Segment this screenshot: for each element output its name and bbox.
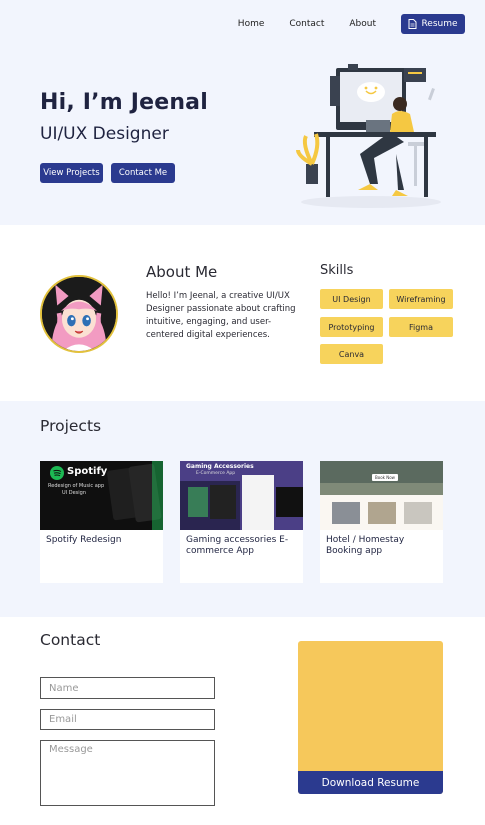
thumb-subtitle: E-Commerce App	[196, 471, 236, 476]
message-field[interactable]	[40, 740, 215, 806]
email-field[interactable]	[40, 709, 215, 730]
contact-section: Contact Download Resume	[0, 617, 485, 825]
designer-at-desk-illustration	[296, 64, 441, 208]
resume-button[interactable]: Resume	[401, 14, 465, 34]
hero-subtitle: UI/UX Designer	[40, 124, 169, 144]
project-card-label: Gaming accessories E-commerce App	[186, 535, 289, 556]
project-thumbnail: Spotify Redesign of Music app UI Design	[40, 461, 163, 530]
thumb-subtitle: Redesign of Music app	[48, 483, 105, 489]
name-field[interactable]	[40, 677, 215, 699]
nav-link-about[interactable]: About	[349, 19, 376, 29]
download-resume-button[interactable]: Download Resume	[298, 771, 443, 794]
avatar	[40, 275, 118, 353]
project-card-gaming[interactable]: Gaming Accessories E-Commerce App Gaming…	[180, 461, 303, 583]
skill-badge: Figma	[389, 317, 453, 337]
thumb-subtitle: UI Design	[62, 490, 86, 496]
document-icon	[408, 19, 417, 29]
nav-link-contact[interactable]: Contact	[289, 19, 324, 29]
project-card-label: Hotel / Homestay Booking app	[326, 535, 405, 556]
resume-preview: Download Resume	[298, 641, 443, 794]
nav-link-home[interactable]: Home	[238, 19, 265, 29]
project-card-spotify[interactable]: Spotify Redesign of Music app UI Design …	[40, 461, 163, 583]
about-title: About Me	[146, 263, 218, 281]
project-card-label: Spotify Redesign	[46, 535, 122, 545]
thumb-button: Book Now	[372, 474, 398, 481]
projects-section: Projects Spotify Redesign of Music app U…	[0, 401, 485, 617]
hero-title: Hi, I’m Jeenal	[40, 90, 208, 115]
skills-title: Skills	[320, 263, 354, 278]
skill-badge: Prototyping	[320, 317, 383, 337]
project-thumbnail: Gaming Accessories E-Commerce App	[180, 461, 303, 530]
top-nav: Home Contact About Resume	[238, 14, 465, 34]
project-thumbnail: Book Now	[320, 461, 443, 530]
skill-badge: UI Design	[320, 289, 383, 309]
hero-section: Home Contact About Resume Hi, I’m Jeenal…	[0, 0, 485, 225]
resume-button-label: Resume	[421, 19, 458, 29]
skill-badge: Canva	[320, 344, 383, 364]
thumb-title: Gaming Accessories	[186, 463, 254, 470]
contact-title: Contact	[40, 631, 101, 649]
spotify-logo-icon	[50, 466, 64, 480]
contact-me-button[interactable]: Contact Me	[111, 163, 175, 183]
skill-badge: Wireframing	[389, 289, 453, 309]
thumb-title: Spotify	[67, 466, 108, 477]
view-projects-button[interactable]: View Projects	[40, 163, 103, 183]
about-text: Hello! I’m Jeenal, a creative UI/UX Desi…	[146, 291, 296, 340]
anime-avatar-icon	[42, 277, 116, 351]
project-card-hotel[interactable]: Book Now Hotel / Homestay Booking app	[320, 461, 443, 583]
projects-title: Projects	[40, 417, 102, 435]
about-section: About Me Hello! I’m Jeenal, a creative U…	[0, 225, 485, 401]
